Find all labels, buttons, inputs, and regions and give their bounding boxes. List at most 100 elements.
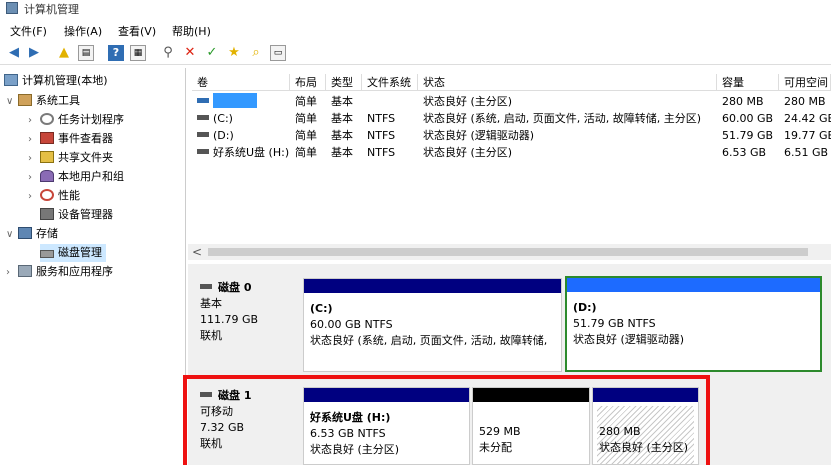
event-viewer-icon xyxy=(40,132,54,144)
table-cell: 简单 xyxy=(295,129,317,142)
table-cell: NTFS xyxy=(367,112,396,125)
table-cell: 状态良好 (主分区) xyxy=(423,146,513,159)
partition-d[interactable]: (D:) 51.79 GB NTFS 状态良好 (逻辑驱动器) xyxy=(565,276,822,372)
tree-disk-management[interactable]: 磁盘管理 xyxy=(40,244,106,262)
chevron-down-icon[interactable]: ∨ xyxy=(6,226,18,244)
table-cell: 简单 xyxy=(295,146,317,159)
computer-icon xyxy=(4,74,18,86)
check-icon[interactable]: ✓ xyxy=(204,45,220,61)
table-cell: 基本 xyxy=(331,146,353,159)
column-header-volume[interactable]: 卷 xyxy=(192,74,290,91)
up-folder-icon[interactable]: ▲ xyxy=(56,45,72,61)
volume-name: (D:) xyxy=(213,129,234,142)
tree-shared-folders[interactable]: › 共享文件夹 xyxy=(28,149,113,167)
horizontal-scrollbar[interactable]: < xyxy=(188,244,831,260)
column-header-status[interactable]: 状态 xyxy=(418,74,717,91)
performance-icon xyxy=(40,189,54,201)
primary-partition-bar xyxy=(304,279,561,293)
back-arrow-icon[interactable]: ◀ xyxy=(6,45,22,61)
chevron-right-icon[interactable]: › xyxy=(28,188,40,206)
help-icon[interactable]: ? xyxy=(108,45,124,61)
column-header-type[interactable]: 类型 xyxy=(326,74,362,91)
window-title: 计算机管理 xyxy=(24,3,79,16)
tools-icon xyxy=(18,94,32,106)
table-cell: NTFS xyxy=(367,129,396,142)
table-cell: 51.79 GB xyxy=(722,129,774,142)
table-cell: 状态良好 (主分区) xyxy=(423,95,513,108)
tree-device-manager[interactable]: 设备管理器 xyxy=(40,206,113,224)
tree-services-apps[interactable]: › 服务和应用程序 xyxy=(6,263,113,281)
table-cell xyxy=(362,93,418,110)
logical-drive-bar xyxy=(567,278,820,292)
table-cell: NTFS xyxy=(367,146,396,159)
menu-bar: 文件(F) 操作(A) 查看(V) 帮助(H) xyxy=(0,20,831,40)
column-header-free-space[interactable]: 可用空间 xyxy=(779,74,831,91)
volume-icon xyxy=(197,149,209,154)
connect-icon[interactable]: ⚲ xyxy=(160,45,176,61)
table-cell: 状态良好 (系统, 启动, 页面文件, 活动, 故障转储, 主分区) xyxy=(423,112,702,125)
shared-folder-icon xyxy=(40,151,54,163)
console-icon[interactable]: ▭ xyxy=(270,45,286,61)
chevron-right-icon[interactable]: › xyxy=(28,112,40,130)
scroll-thumb[interactable] xyxy=(208,248,808,256)
menu-action[interactable]: 操作(A) xyxy=(64,23,102,39)
menu-file[interactable]: 文件(F) xyxy=(10,23,47,39)
chevron-down-icon[interactable]: ∨ xyxy=(6,93,18,111)
tree-local-users[interactable]: › 本地用户和组 xyxy=(28,168,124,186)
users-icon xyxy=(40,170,54,182)
table-row[interactable]: 好系统U盘 (H:) 简单 基本 NTFS 状态良好 (主分区) 6.53 GB… xyxy=(192,144,831,161)
table-cell: 19.77 GB xyxy=(784,129,831,142)
volume-icon xyxy=(197,115,209,120)
show-tree-icon[interactable]: ▤ xyxy=(78,45,94,61)
menu-view[interactable]: 查看(V) xyxy=(118,23,156,39)
table-row[interactable]: 简单 基本 状态良好 (主分区) 280 MB 280 MB xyxy=(192,93,831,110)
table-cell: 280 MB xyxy=(722,95,764,108)
column-header-layout[interactable]: 布局 xyxy=(290,74,326,91)
table-cell: 6.53 GB xyxy=(722,146,767,159)
table-cell: 24.42 GB xyxy=(784,112,831,125)
tree-root[interactable]: 计算机管理(本地) xyxy=(4,72,108,90)
table-cell: 基本 xyxy=(331,112,353,125)
tree-system-tools[interactable]: ∨ 系统工具 xyxy=(6,92,80,110)
tree-storage[interactable]: ∨ 存储 xyxy=(6,225,58,243)
partition-c[interactable]: (C:) 60.00 GB NTFS 状态良好 (系统, 启动, 页面文件, 活… xyxy=(303,278,562,372)
table-cell: 简单 xyxy=(295,112,317,125)
volume-icon xyxy=(197,98,209,103)
computer-management-icon xyxy=(6,2,18,14)
column-header-capacity[interactable]: 容量 xyxy=(717,74,779,91)
scroll-left-arrow[interactable]: < xyxy=(192,244,202,260)
chevron-right-icon[interactable]: › xyxy=(28,131,40,149)
properties-icon[interactable]: ▦ xyxy=(130,45,146,61)
volume-name: 好系统U盘 (H:) xyxy=(213,146,290,159)
chevron-right-icon[interactable]: › xyxy=(28,150,40,168)
disk-1-highlight-box xyxy=(183,375,710,465)
table-row[interactable]: (D:) 简单 基本 NTFS 状态良好 (逻辑驱动器) 51.79 GB 19… xyxy=(192,127,831,144)
storage-icon xyxy=(18,227,32,239)
table-cell: 基本 xyxy=(331,129,353,142)
menu-help[interactable]: 帮助(H) xyxy=(172,23,211,39)
delete-icon[interactable]: ✕ xyxy=(182,45,198,61)
tree-event-viewer[interactable]: › 事件查看器 xyxy=(28,130,113,148)
navigation-tree: 计算机管理(本地) ∨ 系统工具 › 任务计划程序 › 事件查看器 › 共享文件夹 › 本… xyxy=(0,68,186,465)
tree-task-scheduler[interactable]: › 任务计划程序 xyxy=(28,111,124,129)
table-cell: 60.00 GB xyxy=(722,112,774,125)
search-icon[interactable]: ⌕ xyxy=(248,45,264,61)
disk-0-label[interactable]: 磁盘 0 基本 111.79 GB 联机 xyxy=(192,280,300,372)
services-icon xyxy=(18,265,32,277)
toolbar: ◀ ▶ ▲ ▤ ? ▦ ⚲ ✕ ✓ ★ ⌕ ▭ xyxy=(0,41,831,65)
column-header-filesystem[interactable]: 文件系统 xyxy=(362,74,418,91)
device-manager-icon xyxy=(40,208,54,220)
disk-icon xyxy=(40,250,54,258)
selected-volume-name xyxy=(213,93,257,108)
table-cell: 280 MB xyxy=(784,95,826,108)
forward-arrow-icon[interactable]: ▶ xyxy=(26,45,42,61)
table-cell: 简单 xyxy=(295,95,317,108)
chevron-right-icon[interactable]: › xyxy=(6,264,18,282)
disk-icon xyxy=(200,284,212,289)
tree-performance[interactable]: › 性能 xyxy=(28,187,80,205)
table-cell: 状态良好 (逻辑驱动器) xyxy=(423,129,535,142)
new-icon[interactable]: ★ xyxy=(226,45,242,61)
table-row[interactable]: (C:) 简单 基本 NTFS 状态良好 (系统, 启动, 页面文件, 活动, … xyxy=(192,110,831,127)
chevron-right-icon[interactable]: › xyxy=(28,169,40,187)
title-bar: 计算机管理 xyxy=(0,0,831,20)
